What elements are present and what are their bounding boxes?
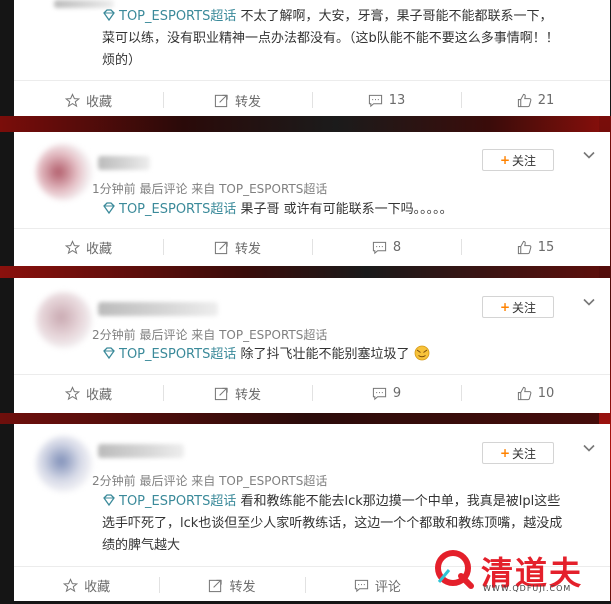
watermark-url: WWW.QDFUJI.COM [483, 584, 572, 593]
thumbs-up-icon [517, 240, 532, 254]
repost-label: 转发 [229, 579, 256, 595]
post-text: TOP_ESPORTS超话 看和教练能不能去lck那边摸一个中单，我真是被lpl… [102, 491, 598, 513]
repost-label: 转发 [234, 94, 261, 110]
topic-link[interactable]: TOP_ESPORTS超话 [119, 347, 236, 362]
chevron-down-icon[interactable] [582, 295, 596, 309]
thumbs-up-icon [517, 386, 532, 400]
repost-label: 转发 [234, 387, 261, 403]
comment-button[interactable]: 评论 [304, 566, 450, 604]
like-button[interactable]: 15 [461, 228, 610, 266]
avatar[interactable] [36, 436, 92, 492]
like-count: 21 [537, 92, 555, 108]
post-text-line: 不太了解啊，大安，牙膏，果子哥能不能都联系一下， [240, 9, 553, 24]
like-button[interactable]: 10 [461, 374, 610, 412]
favorite-button[interactable]: 收藏 [14, 228, 163, 266]
favorite-label: 收藏 [85, 387, 112, 403]
diamond-icon [103, 9, 115, 22]
post-meta: 1分钟前 最后评论 来自 TOP_ESPORTS超话 [92, 182, 328, 196]
avatar[interactable] [36, 292, 92, 348]
favorite-label: 收藏 [85, 241, 112, 257]
post-meta: 2分钟前 最后评论 来自 TOP_ESPORTS超话 [92, 328, 328, 342]
diamond-icon [103, 494, 115, 507]
post-card: TOP_ESPORTS超话 不太了解啊，大安，牙膏，果子哥能不能都联系一下， 菜… [14, 0, 610, 116]
post-actions: 收藏 转发 评论 [14, 566, 450, 604]
post-text-line: 菜可以练，没有职业精神一点办法都没有。（这b队能不能不要这么多事情啊！！ [102, 31, 559, 46]
favorite-label: 收藏 [84, 579, 111, 595]
star-icon [64, 92, 80, 107]
post-username[interactable] [98, 302, 218, 316]
like-count: 10 [537, 385, 555, 401]
favorite-button[interactable]: 收藏 [14, 566, 159, 604]
post-text: TOP_ESPORTS超话 果子哥 或许有可能联系一下吗。。。。。 [102, 199, 598, 221]
repost-button[interactable]: 转发 [159, 566, 304, 604]
plus-icon: + [499, 300, 511, 314]
star-icon [64, 239, 80, 254]
diamond-icon [103, 202, 115, 215]
comment-count: 8 [392, 239, 402, 255]
post-text-content: 除了抖飞壮能不能别塞垃圾了 [240, 347, 410, 362]
follow-label: 关注 [512, 300, 537, 315]
topic-link[interactable]: TOP_ESPORTS超话 [119, 494, 236, 509]
star-icon [64, 385, 80, 400]
post-actions: 收藏 转发 13 21 [14, 81, 610, 119]
background-band [0, 266, 611, 278]
repost-label: 转发 [234, 241, 261, 257]
post-text-line: 看和教练能不能去lck那边摸一个中单，我真是被lpl这些 [240, 494, 561, 509]
repost-button[interactable]: 转发 [163, 81, 312, 119]
post-actions: 收藏 转发 8 15 [14, 228, 610, 266]
like-count: 15 [537, 239, 555, 255]
plus-icon: + [499, 446, 511, 460]
follow-button[interactable]: + 关注 [482, 296, 554, 318]
comment-label: 评论 [374, 579, 401, 595]
post-text-line: 选手吓死了，lck也谈但至少人家听教练话，这边一个个都敢和教练顶嘴，越没成 [102, 516, 563, 531]
comment-count: 13 [388, 92, 406, 108]
repost-button[interactable]: 转发 [163, 374, 312, 412]
avatar[interactable] [36, 144, 92, 200]
repost-icon [209, 579, 223, 592]
post-text: TOP_ESPORTS超话 不太了解啊，大安，牙膏，果子哥能不能都联系一下， [102, 6, 598, 28]
follow-label: 关注 [512, 446, 537, 461]
post-username[interactable] [98, 156, 150, 170]
post-text-line: 烦的） [102, 53, 142, 68]
post-card: 2分钟前 最后评论 来自 TOP_ESPORTS超话 + 关注 TOP_ESPOR… [14, 278, 610, 413]
background-band [0, 413, 611, 424]
post-actions: 收藏 转发 9 10 [14, 374, 610, 412]
post-text-content: 果子哥 或许有可能联系一下吗。。。。。 [240, 202, 453, 217]
comment-icon [372, 241, 386, 254]
follow-label: 关注 [512, 153, 537, 168]
comment-button[interactable]: 9 [312, 374, 461, 412]
post-meta: 2分钟前 最后评论 来自 TOP_ESPORTS超话 [92, 474, 328, 488]
repost-icon [214, 387, 228, 400]
comment-icon [354, 579, 368, 592]
repost-button[interactable]: 转发 [163, 228, 312, 266]
watermark-logo-icon [435, 550, 474, 589]
repost-icon [214, 94, 228, 107]
repost-icon [214, 241, 228, 254]
topic-link[interactable]: TOP_ESPORTS超话 [119, 202, 236, 217]
follow-button[interactable]: + 关注 [482, 149, 554, 171]
topic-link[interactable]: TOP_ESPORTS超话 [119, 9, 236, 24]
favorite-button[interactable]: 收藏 [14, 374, 163, 412]
comment-icon [368, 94, 382, 107]
favorite-button[interactable]: 收藏 [14, 81, 163, 119]
post-text: TOP_ESPORTS超话 除了抖飞壮能不能别塞垃圾了 [102, 344, 598, 366]
post-card: 1分钟前 最后评论 来自 TOP_ESPORTS超话 + 关注 TOP_ESPOR… [14, 132, 610, 266]
chevron-down-icon[interactable] [582, 148, 596, 162]
site-watermark: 清道夫 WWW.QDFUJI.COM [433, 546, 603, 598]
star-icon [63, 577, 79, 592]
comment-icon [372, 387, 386, 400]
diamond-icon [103, 347, 115, 360]
chevron-down-icon[interactable] [582, 441, 596, 455]
plus-icon: + [499, 153, 511, 167]
follow-button[interactable]: + 关注 [482, 442, 554, 464]
favorite-label: 收藏 [85, 94, 112, 110]
thumbs-up-icon [517, 93, 532, 107]
facepalm-emoji-icon [414, 345, 430, 361]
like-button[interactable]: 21 [461, 81, 610, 119]
post-username[interactable] [98, 444, 184, 458]
comment-count: 9 [392, 385, 402, 401]
comment-button[interactable]: 8 [312, 228, 461, 266]
comment-button[interactable]: 13 [312, 81, 461, 119]
